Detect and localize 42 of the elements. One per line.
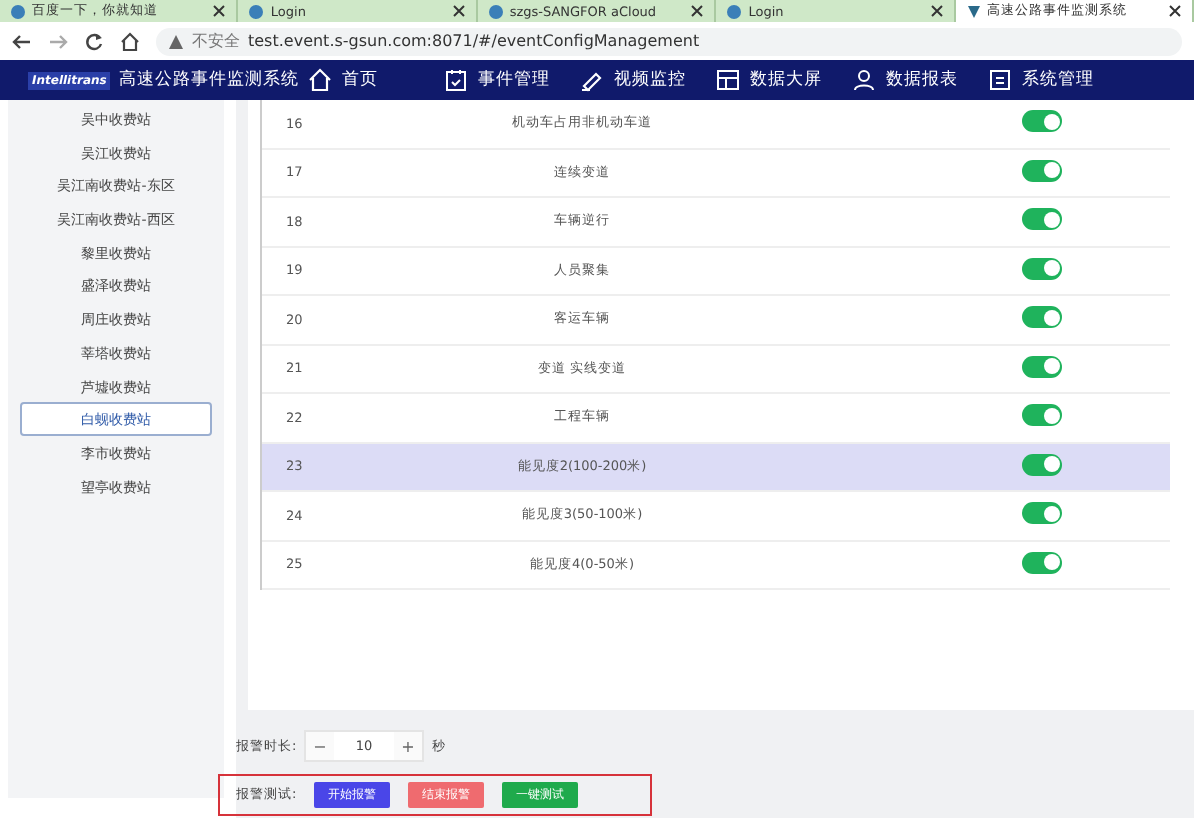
calendar-icon xyxy=(444,68,468,92)
toggle-switch[interactable] xyxy=(1022,502,1062,525)
favicon-icon xyxy=(10,3,26,19)
toggle-switch[interactable] xyxy=(1022,306,1062,329)
nav-item[interactable]: 数据报表 xyxy=(852,68,988,92)
favicon-icon xyxy=(726,3,743,19)
toggle-switch[interactable] xyxy=(1022,110,1062,133)
toggle-switch[interactable] xyxy=(1022,208,1062,231)
toggle-switch[interactable] xyxy=(1022,453,1062,476)
warning-icon xyxy=(168,33,184,49)
home-icon[interactable] xyxy=(120,31,140,51)
toggle-switch[interactable] xyxy=(1022,404,1062,427)
url-text: test.event.s-gsun.com:8071/#/eventConfigManagement xyxy=(248,32,700,50)
favicon-icon xyxy=(487,3,504,19)
window-icon xyxy=(988,68,1012,92)
toggle-switch[interactable] xyxy=(1022,551,1062,574)
toggle-switch[interactable] xyxy=(1022,257,1062,280)
security-label: 不安全 xyxy=(192,30,240,52)
close-icon[interactable] xyxy=(929,4,944,18)
nav-item[interactable]: 数据大屏 xyxy=(716,68,852,92)
close-icon[interactable] xyxy=(212,4,227,18)
back-icon[interactable] xyxy=(12,31,32,51)
plus-button[interactable]: + xyxy=(394,732,422,760)
nav-item[interactable]: 事件管理 xyxy=(444,68,580,92)
dashboard-icon xyxy=(716,68,740,92)
favicon-icon xyxy=(248,3,265,19)
pen-icon xyxy=(580,68,604,92)
reload-icon[interactable] xyxy=(84,31,104,51)
house-icon xyxy=(308,68,332,92)
toggle-switch[interactable] xyxy=(1022,159,1062,182)
app-title: 高速公路事件监测系统 xyxy=(118,68,299,92)
close-icon[interactable] xyxy=(1168,4,1183,18)
toggle-switch[interactable] xyxy=(1022,355,1062,378)
close-icon[interactable] xyxy=(451,4,466,18)
nav-item[interactable]: 系统管理 xyxy=(988,68,1124,92)
nav-item[interactable]: 首页 xyxy=(308,68,444,92)
person-icon xyxy=(852,68,876,92)
minus-button[interactable]: − xyxy=(306,732,334,760)
close-icon[interactable] xyxy=(690,4,705,18)
nav-item[interactable]: 视频监控 xyxy=(580,68,716,92)
forward-icon[interactable] xyxy=(48,31,68,51)
address-bar[interactable]: 不安全 test.event.s-gsun.com:8071/#/eventConfigManagement xyxy=(156,27,1182,55)
